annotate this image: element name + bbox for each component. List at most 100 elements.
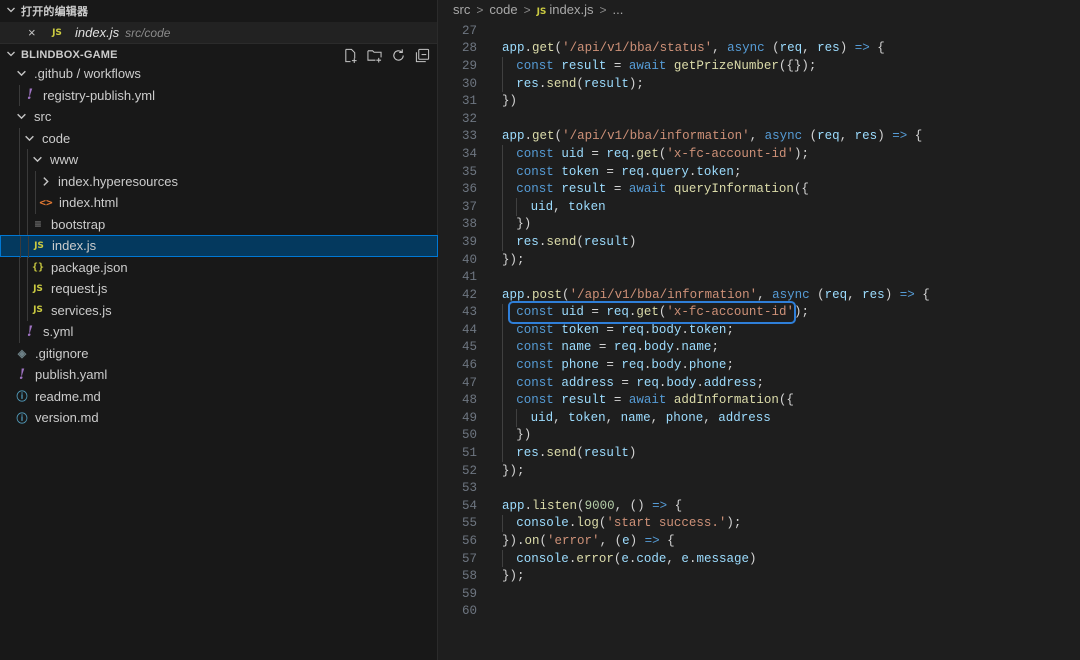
code-token: = xyxy=(613,375,637,390)
breadcrumb-tail[interactable]: ... xyxy=(613,2,624,17)
code-line[interactable]: 41 xyxy=(439,268,1080,286)
code-token: , xyxy=(650,410,666,425)
code-token: on xyxy=(524,534,540,549)
yaml-file-icon: ! xyxy=(26,87,34,104)
chevron-down-icon[interactable] xyxy=(14,111,28,122)
code-token: . xyxy=(524,129,533,144)
code-line[interactable]: 60 xyxy=(439,603,1080,621)
tree-folder[interactable]: .github / workflows xyxy=(0,63,438,85)
collapse-all-icon[interactable] xyxy=(413,46,431,64)
tree-folder[interactable]: index.hyperesources xyxy=(0,170,438,192)
tree-file[interactable]: JS index.js xyxy=(0,235,438,258)
code-line[interactable]: 55 console.log('start success.'); xyxy=(439,514,1080,533)
code-text: app.post('/api/v1/bba/information', asyn… xyxy=(502,288,930,302)
code-token: e xyxy=(681,551,689,566)
code-token: ) xyxy=(628,446,637,461)
breadcrumb-item-code[interactable]: code xyxy=(489,2,517,17)
code-token: = xyxy=(606,58,629,73)
line-number: 41 xyxy=(461,270,477,285)
code-line[interactable]: 36 const result = await queryInformation(… xyxy=(439,180,1080,198)
indent-guide xyxy=(35,170,36,192)
code-line[interactable]: 52}); xyxy=(439,462,1080,480)
tree-folder[interactable]: code xyxy=(0,127,438,149)
code-line[interactable]: 46 const phone = req.body.phone; xyxy=(439,356,1080,374)
tree-file[interactable]: ◈ .gitignore xyxy=(0,343,438,365)
tree-file[interactable]: ⓘ version.md xyxy=(0,407,438,429)
code-line[interactable]: 27 xyxy=(439,22,1080,40)
code-token: res xyxy=(817,41,840,56)
indent-guide xyxy=(19,278,20,300)
code-line[interactable]: 29 const result = await getPrizeNumber({}… xyxy=(439,57,1080,75)
tree-file[interactable]: ≡ bootstrap xyxy=(0,213,438,235)
tree-file[interactable]: {} package.json xyxy=(0,256,438,278)
tree-file[interactable]: <> index.html xyxy=(0,192,438,214)
code-line[interactable]: 48 const result = await addInformation({ xyxy=(439,391,1080,410)
line-number: 55 xyxy=(461,516,477,531)
code-line[interactable]: 37 uid, token xyxy=(439,197,1080,216)
line-number: 27 xyxy=(461,23,477,38)
code-line[interactable]: 51 res.send(result) xyxy=(439,444,1080,462)
code-line[interactable]: 35 const token = req.query.token; xyxy=(439,162,1080,181)
code-token: . xyxy=(636,340,644,355)
new-folder-icon[interactable] xyxy=(365,46,383,64)
code-line[interactable]: 58}); xyxy=(439,567,1080,585)
code-line[interactable]: 50}) xyxy=(439,426,1080,445)
line-number: 58 xyxy=(461,569,477,584)
tree-file[interactable]: JS services.js xyxy=(0,299,438,321)
chevron-down-icon[interactable] xyxy=(14,68,28,79)
tree-folder[interactable]: www xyxy=(0,149,438,171)
chevron-right-icon[interactable] xyxy=(38,176,52,187)
tree-file[interactable]: JS request.js xyxy=(0,278,438,300)
code-token: ; xyxy=(733,164,742,179)
code-token: }); xyxy=(502,252,525,267)
code-line[interactable]: 28 app.get('/api/v1/bba/status', async (r… xyxy=(439,40,1080,58)
code-line[interactable]: 40}); xyxy=(439,251,1080,269)
code-line[interactable]: 47 const address = req.body.address; xyxy=(439,373,1080,392)
code-editor[interactable]: src > code > JS index.js > ... 27 28 app.ge… xyxy=(439,0,1080,660)
chevron-down-icon[interactable] xyxy=(30,154,44,165)
code-token: queryInformation xyxy=(673,182,794,197)
code-token: app xyxy=(502,498,525,513)
code-line[interactable]: 53 xyxy=(439,479,1080,497)
code-text: console.log('start success.'); xyxy=(516,516,741,530)
code-line[interactable]: 57 console.error(e.code, e.message) xyxy=(439,549,1080,568)
code-token: ) xyxy=(748,551,757,566)
code-line[interactable]: 30 res.send(result); xyxy=(439,74,1080,93)
close-icon[interactable]: × xyxy=(28,25,42,40)
tree-file[interactable]: ! publish.yaml xyxy=(0,364,438,386)
indent-guide xyxy=(502,338,503,357)
code-line[interactable]: 49 uid, token, name, phone, address xyxy=(439,409,1080,427)
code-token: phone xyxy=(688,358,727,373)
code-token: address xyxy=(703,375,757,390)
tree-folder[interactable]: src xyxy=(0,106,438,128)
chevron-down-icon[interactable] xyxy=(22,133,36,144)
code-line[interactable]: 31}) xyxy=(439,92,1080,110)
code-line[interactable]: 56}).on('error', (e) => { xyxy=(439,532,1080,550)
code-line[interactable]: 38}) xyxy=(439,215,1080,234)
tree-file[interactable]: ! s.yml xyxy=(0,321,438,343)
tree-file[interactable]: ! registry-publish.yml xyxy=(0,84,438,106)
breadcrumb-item-src[interactable]: src xyxy=(453,2,470,17)
code-line[interactable]: 45 const name = req.body.name; xyxy=(439,338,1080,357)
indent-guide xyxy=(19,192,20,214)
code-line[interactable]: 34 const uid = req.get('x-fc-account-id')… xyxy=(439,145,1080,163)
code-line[interactable]: 54 app.listen(9000, () => { xyxy=(439,497,1080,515)
code-token: ) xyxy=(877,129,893,144)
code-token: , xyxy=(553,410,569,425)
new-file-icon[interactable] xyxy=(341,46,359,64)
code-token: address xyxy=(718,410,771,425)
breadcrumb-item-file[interactable]: JS index.js xyxy=(537,2,594,17)
code-token: req xyxy=(779,41,803,56)
code-text: uid, token, name, phone, address xyxy=(531,411,771,425)
code-line[interactable]: 39 res.send(result) xyxy=(439,233,1080,251)
code-token: phone xyxy=(561,358,599,373)
tree-file[interactable]: ⓘ readme.md xyxy=(0,386,438,408)
open-editor-item[interactable]: × JS index.js src/code xyxy=(0,22,437,43)
open-editors-header[interactable]: 打开的编辑器 xyxy=(0,0,437,22)
code-line[interactable]: 33 app.get('/api/v1/bba/information', asy… xyxy=(439,128,1080,146)
code-token: send xyxy=(546,446,577,461)
refresh-icon[interactable] xyxy=(389,46,407,64)
code-text: }) xyxy=(502,94,517,108)
code-line[interactable]: 32 xyxy=(439,110,1080,128)
code-line[interactable]: 59 xyxy=(439,585,1080,603)
